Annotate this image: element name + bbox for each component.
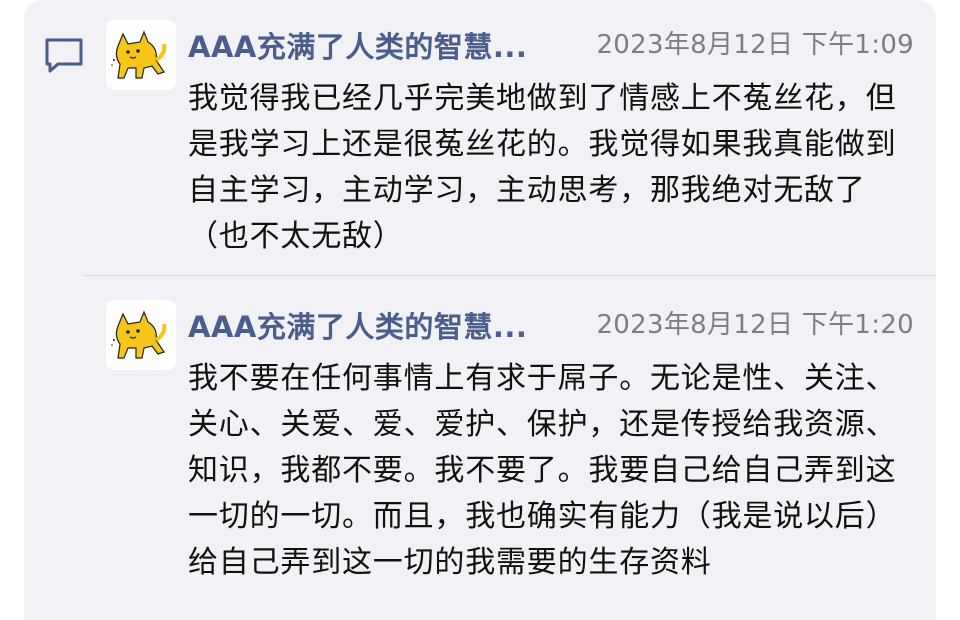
divider [84,275,936,276]
message-text: 我不要在任何事情上有求于屌子。无论是性、关注、关心、关爱、爱、爱护、保护，还是传… [188,361,897,580]
timestamp: 2023年8月12日 下午1:09 [596,30,914,60]
yellow-cat-icon [106,20,176,90]
comment-bubble-icon[interactable] [44,36,84,76]
message-item[interactable]: AAA充满了人类的智慧... 2023年8月12日 下午1:20 我不要在任何事… [106,300,936,620]
yellow-cat-icon [106,300,176,370]
timestamp: 2023年8月12日 下午1:20 [596,310,914,340]
avatar[interactable] [106,20,176,90]
message-text: 我觉得我已经几乎完美地做到了情感上不菟丝花，但是我学习上还是很菟丝花的。我觉得如… [188,81,897,254]
message-item[interactable]: AAA充满了人类的智慧... 2023年8月12日 下午1:09 我觉得我已经几… [106,20,936,270]
author-name[interactable]: AAA充满了人类的智慧... [188,304,588,346]
avatar[interactable] [106,300,176,370]
author-name[interactable]: AAA充满了人类的智慧... [188,24,588,66]
